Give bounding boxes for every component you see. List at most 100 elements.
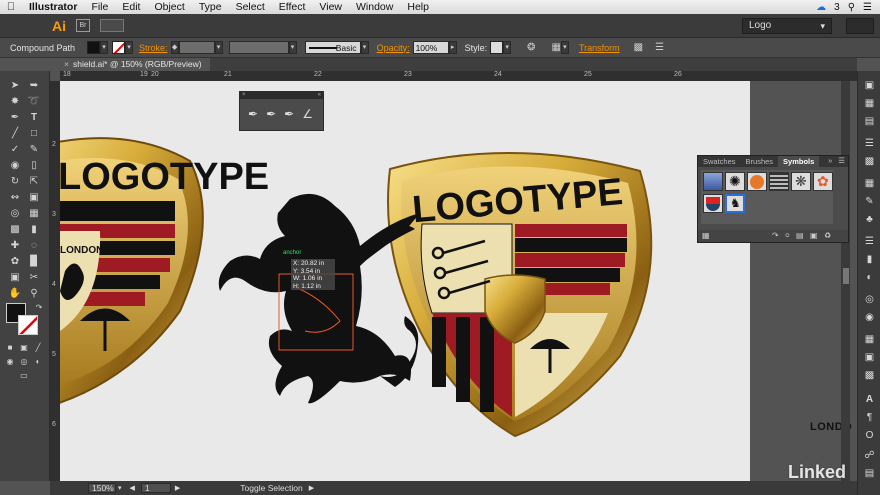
symbol-griffin[interactable]: ♞ <box>725 194 745 213</box>
brushes-icon[interactable]: ✎ <box>863 195 876 208</box>
symbol-wreath[interactable]: ❋ <box>791 172 811 191</box>
draw-behind-icon[interactable]: ◎ <box>17 355 31 369</box>
anchor-point-tool-icon[interactable]: ∠ <box>302 107 313 121</box>
add-anchor-point-tool-icon[interactable]: ✒ <box>266 107 276 121</box>
transform-icon[interactable]: ▩ <box>863 369 876 382</box>
align-icon[interactable]: ▦ <box>551 42 560 53</box>
graphic-style-dropdown[interactable]: ▾ <box>503 41 512 54</box>
magic-wand-tool-icon[interactable]: ✸ <box>8 95 22 109</box>
gradient-icon[interactable]: ▮ <box>863 253 876 266</box>
symbol-stripes[interactable] <box>769 172 789 191</box>
close-panel-icon[interactable]: × <box>242 92 246 98</box>
attributes-icon[interactable]: ▤ <box>863 467 876 480</box>
align-dropdown[interactable]: ▾ <box>560 41 569 54</box>
search-adobe-stock-input[interactable] <box>846 18 874 34</box>
blend-tool-icon[interactable]: ◌ <box>27 239 41 253</box>
layers-icon[interactable]: ☰ <box>863 137 876 150</box>
appearance-icon[interactable]: ◎ <box>863 293 876 306</box>
selection-tool-icon[interactable]: ➤ <box>8 79 22 93</box>
opacity-input[interactable]: 100% <box>412 41 449 54</box>
tab-swatches[interactable]: Swatches <box>698 156 741 167</box>
menu-edit[interactable]: Edit <box>115 1 147 13</box>
stroke-panel-link[interactable]: Stroke: <box>139 43 168 53</box>
artboard-tool-icon[interactable]: ▣ <box>8 271 22 285</box>
gradient-mode-icon[interactable]: ▣ <box>17 341 31 355</box>
menu-file[interactable]: File <box>84 1 115 13</box>
menu-select[interactable]: Select <box>229 1 272 13</box>
swap-fill-stroke-icon[interactable]: ↷ <box>32 301 46 315</box>
screen-mode-icon[interactable]: ▭ <box>17 369 31 383</box>
close-tab-icon[interactable]: × <box>64 59 69 69</box>
paragraph-icon[interactable]: ¶ <box>863 411 876 424</box>
isolate-selected-icon[interactable]: ▩ <box>634 42 643 53</box>
new-symbol-icon[interactable]: ▣ <box>810 231 818 240</box>
break-link-icon[interactable]: ⚪ <box>784 231 791 240</box>
free-transform-tool-icon[interactable]: ▣ <box>27 191 41 205</box>
zoom-dropdown-icon[interactable]: ▾ <box>118 484 122 492</box>
arrange-documents-button[interactable] <box>100 19 124 32</box>
tab-symbols[interactable]: Symbols <box>778 156 820 167</box>
artboard-number-field[interactable]: 1 <box>140 483 171 493</box>
pen-tool-icon[interactable]: ✒ <box>248 107 258 121</box>
none-mode-icon[interactable]: ╱ <box>31 341 45 355</box>
artboard-canvas[interactable]: LOGOTYPE LONDON LOGOTYPE <box>60 81 750 481</box>
control-panel-menu-icon[interactable]: ☰ <box>655 42 664 53</box>
column-graph-tool-icon[interactable]: ▉ <box>27 255 41 269</box>
stroke-dropdown[interactable]: ▾ <box>125 41 134 54</box>
pencil-tool-icon[interactable]: ✎ <box>27 143 41 157</box>
artboards-icon[interactable]: ▩ <box>863 155 876 168</box>
blob-brush-tool-icon[interactable]: ◉ <box>8 159 22 173</box>
slice-tool-icon[interactable]: ✂ <box>27 271 41 285</box>
status-text[interactable]: Toggle Selection <box>240 483 302 493</box>
rectangle-tool-icon[interactable]: □ <box>27 127 41 141</box>
variable-width-profile[interactable] <box>228 41 289 54</box>
place-symbol-instance-icon[interactable]: ↷ <box>772 231 779 240</box>
stroke-weight-stepper[interactable]: ◆ <box>170 41 179 54</box>
symbol-splatter[interactable]: ✺ <box>725 172 745 191</box>
collapse-panel-icon[interactable]: » <box>825 156 835 167</box>
transform-panel-link[interactable]: Transform <box>579 43 620 53</box>
menu-type[interactable]: Type <box>192 1 229 13</box>
symbol-libraries-icon[interactable]: ▦ <box>702 231 710 240</box>
opacity-panel-link[interactable]: Opacity: <box>377 43 410 53</box>
apple-menu-icon[interactable]:  <box>0 1 22 13</box>
delete-symbol-icon[interactable]: ♻ <box>824 231 831 240</box>
delete-anchor-point-tool-icon[interactable]: ✒ <box>284 107 294 121</box>
stroke-swatch[interactable] <box>112 41 126 54</box>
horizontal-ruler[interactable]: 18 19 20 21 22 23 24 25 26 <box>60 71 857 81</box>
menu-object[interactable]: Object <box>147 1 191 13</box>
symbol-orange-flower[interactable]: ✿ <box>813 172 833 191</box>
document-tab[interactable]: × shield.ai* @ 150% (RGB/Preview) <box>52 58 210 71</box>
menu-view[interactable]: View <box>312 1 349 13</box>
collapse-panel-icon[interactable]: « <box>318 92 321 98</box>
symbols-icon[interactable]: ♣ <box>863 213 876 226</box>
creative-cloud-icon[interactable]: ☁ <box>816 2 826 13</box>
symbol-blue-banner[interactable] <box>703 172 723 191</box>
panel-menu-icon[interactable]: ☰ <box>835 156 848 167</box>
menu-app-name[interactable]: Illustrator <box>22 1 84 13</box>
fill-swatch[interactable] <box>87 41 101 54</box>
symbol-orange-circle[interactable] <box>747 172 767 191</box>
status-menu-icon[interactable]: ▶ <box>309 484 314 492</box>
stroke-icon[interactable]: ☰ <box>863 235 876 248</box>
variable-width-dropdown[interactable]: ▾ <box>288 41 297 54</box>
tab-brushes[interactable]: Brushes <box>741 156 779 167</box>
rotate-tool-icon[interactable]: ↻ <box>8 175 22 189</box>
brush-definition[interactable]: Basic <box>304 41 361 54</box>
character-icon[interactable]: A <box>863 393 876 406</box>
transparency-icon[interactable]: ◐ <box>863 271 876 284</box>
menu-window[interactable]: Window <box>349 1 400 13</box>
eyedropper-tool-icon[interactable]: ✚ <box>8 239 22 253</box>
line-segment-tool-icon[interactable]: ╱ <box>8 127 22 141</box>
main-shield[interactable]: LOGOTYPE <box>387 152 653 438</box>
previous-artboard-icon[interactable]: ◀ <box>130 484 135 492</box>
next-artboard-icon[interactable]: ▶ <box>175 484 180 492</box>
menu-effect[interactable]: Effect <box>272 1 313 13</box>
color-panel-icon[interactable]: ▣ <box>863 79 876 92</box>
opacity-dropdown[interactable]: ▸ <box>448 41 457 54</box>
stroke-weight-dropdown[interactable]: ▾ <box>214 41 223 54</box>
direct-selection-tool-icon[interactable]: ➥ <box>27 79 41 93</box>
shape-builder-tool-icon[interactable]: ◎ <box>8 207 22 221</box>
paintbrush-tool-icon[interactable]: ✓ <box>8 143 22 157</box>
spotlight-search-icon[interactable]: ⚲ <box>848 2 855 13</box>
